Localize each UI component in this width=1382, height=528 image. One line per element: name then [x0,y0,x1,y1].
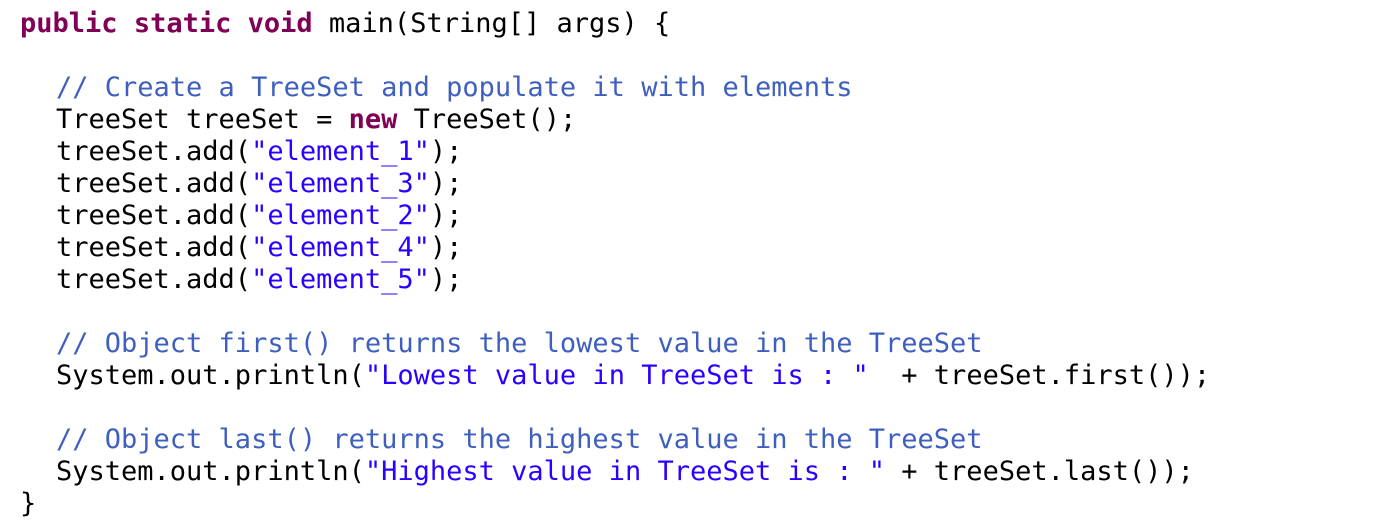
code-line-print-lowest: System.out.println("Lowest value in Tree… [20,360,1382,392]
add-call: treeSet.add( [56,168,252,199]
code-block: public static void main(String[] args) {… [0,0,1382,528]
code-line-method-signature: public static void main(String[] args) { [20,8,1382,40]
code-line-add-5: treeSet.add("element_5"); [20,264,1382,296]
code-line-add-1: treeSet.add("element_1"); [20,136,1382,168]
code-line-closing-brace: } [20,488,1382,520]
code-line-add-2: treeSet.add("element_2"); [20,200,1382,232]
add-call-end: ); [429,200,463,231]
println-call-end: + treeSet.first()); [868,360,1211,391]
code-line-comment-create: // Create a TreeSet and populate it with… [20,72,1382,104]
println-call: System.out.println( [56,360,365,391]
keyword-public: public [20,8,118,39]
add-call-end: ); [429,136,463,167]
keyword-static: static [133,8,232,39]
string-literal-lowest: "Lowest value in TreeSet is : " [364,360,869,391]
keyword-void: void [247,8,313,39]
add-call: treeSet.add( [56,200,252,231]
string-literal: "element_4" [251,232,430,263]
code-line-print-highest: System.out.println("Highest value in Tre… [20,456,1382,488]
add-call-end: ); [429,264,463,295]
code-line-add-4: treeSet.add("element_4"); [20,232,1382,264]
string-literal: "element_5" [251,264,430,295]
method-declaration: main(String[] args) { [312,8,671,39]
add-call-end: ); [429,168,463,199]
comment-first: // Object first() returns the lowest val… [56,328,983,359]
string-literal: "element_3" [251,168,430,199]
code-line-add-3: treeSet.add("element_3"); [20,168,1382,200]
string-literal: "element_1" [251,136,430,167]
code-line-comment-last: // Object last() returns the highest val… [20,424,1382,456]
comment-last: // Object last() returns the highest val… [56,424,983,455]
add-call: treeSet.add( [56,232,252,263]
keyword-new: new [348,104,398,135]
add-call: treeSet.add( [56,264,252,295]
code-line-treeset-declaration: TreeSet treeSet = new TreeSet(); [20,104,1382,136]
add-call: treeSet.add( [56,136,252,167]
add-call-end: ); [429,232,463,263]
closing-brace: } [20,488,37,519]
comment-create: // Create a TreeSet and populate it with… [56,72,853,103]
declaration-prefix: TreeSet treeSet = [56,104,349,135]
code-line-comment-first: // Object first() returns the lowest val… [20,328,1382,360]
string-literal-highest: "Highest value in TreeSet is : " [364,456,886,487]
declaration-suffix: TreeSet(); [397,104,577,135]
string-literal: "element_2" [251,200,430,231]
println-call-end: + treeSet.last()); [885,456,1194,487]
println-call: System.out.println( [56,456,365,487]
